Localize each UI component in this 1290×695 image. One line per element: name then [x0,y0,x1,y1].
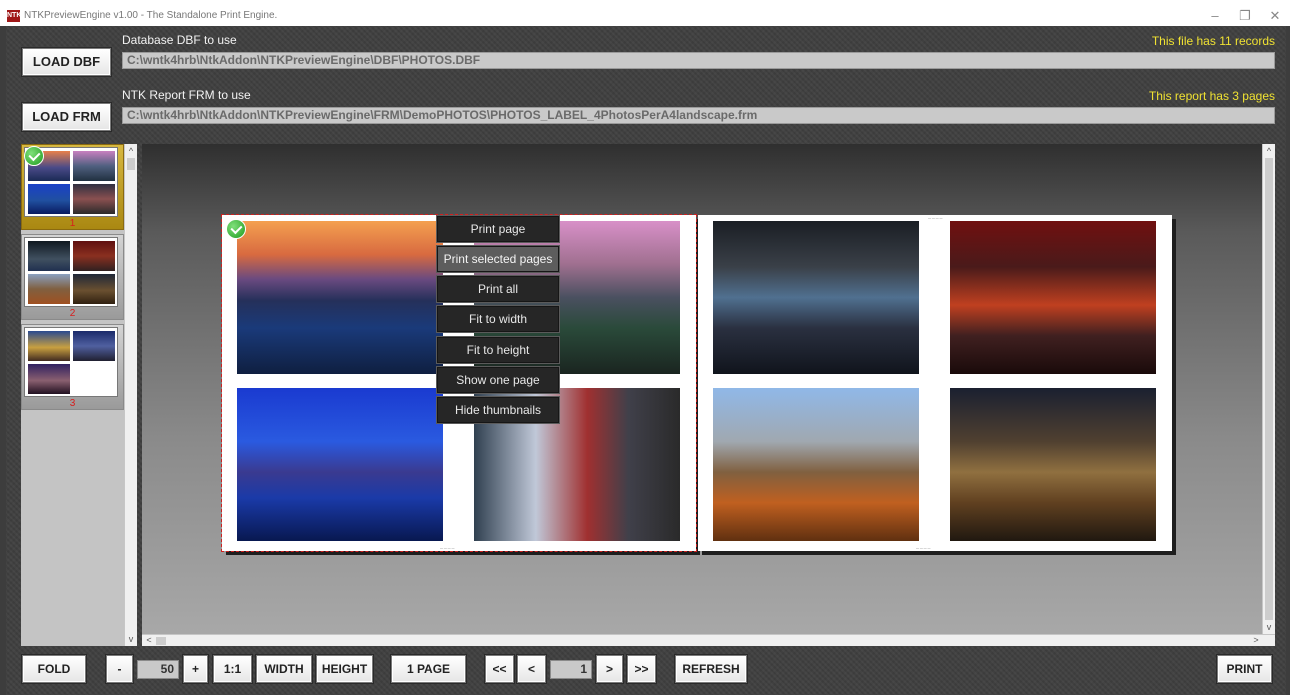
thumbnail-photo [28,241,70,271]
thumbnail-preview [24,327,118,397]
thumbnail-photo [73,274,115,304]
load-dbf-button[interactable]: LOAD DBF [22,48,111,76]
fit-height-button[interactable]: HEIGHT [316,655,373,683]
app-icon: NTK [7,10,21,22]
thumbnail-number: 3 [69,398,76,409]
dbf-path-field[interactable]: C:\wntk4hrb\NtkAddon\NTKPreviewEngine\DB… [122,52,1275,69]
thumbnail-panel: 1 2 3 [21,144,124,646]
page-caption: — — — — [916,546,931,550]
menu-item-fit-to-width[interactable]: Fit to width [436,305,560,333]
dbf-label: Database DBF to use [122,33,237,47]
window-title: NTKPreviewEngine v1.00 - The Standalone … [24,10,278,21]
menu-item-show-one-page[interactable]: Show one page [436,366,560,394]
preview-area[interactable]: — — — — — — — — — — — — [142,144,1262,634]
thumbnail-photo [73,151,115,181]
scroll-down-icon[interactable]: v [125,634,137,644]
zoom-out-button[interactable]: - [106,655,133,683]
photo-montreal [713,388,919,541]
prev-page-button[interactable]: < [517,655,546,683]
restore-icon[interactable]: ❐ [1236,8,1254,24]
scroll-down-icon[interactable]: v [1263,622,1275,632]
fit-width-button[interactable]: WIDTH [256,655,312,683]
thumbnail-photo [28,364,70,394]
menu-item-fit-to-height[interactable]: Fit to height [436,336,560,364]
frm-path-field[interactable]: C:\wntk4hrb\NtkAddon\NTKPreviewEngine\FR… [122,107,1275,124]
fold-button[interactable]: FOLD [22,655,86,683]
thumbnail-photo [73,184,115,214]
zoom-value-field[interactable]: 50 [137,660,179,679]
next-page-button[interactable]: > [596,655,623,683]
menu-item-print-page[interactable]: Print page [436,215,560,243]
first-page-button[interactable]: << [485,655,514,683]
check-icon [24,146,44,166]
load-frm-button[interactable]: LOAD FRM [22,103,111,131]
thumbnail-photo [73,331,115,361]
thumbnail-preview [24,237,118,307]
scrollbar-thumb[interactable] [1265,158,1273,620]
photo-shanghai [237,388,443,541]
check-icon [226,219,246,239]
last-page-button[interactable]: >> [627,655,656,683]
thumbnail-number: 2 [69,308,76,319]
frm-label: NTK Report FRM to use [122,88,251,102]
scroll-left-icon[interactable]: < [143,635,155,645]
photo-hong-kong [713,221,919,374]
scroll-right-icon[interactable]: > [1250,635,1262,645]
title-bar: NTK NTKPreviewEngine v1.00 - The Standal… [0,0,1290,26]
photo-mexico-city [950,221,1156,374]
preview-vertical-scrollbar[interactable]: ^ v [1262,144,1275,634]
zoom-1-1-button[interactable]: 1:1 [213,655,252,683]
scrollbar-thumb[interactable] [156,637,166,645]
thumbnail-photo [28,331,70,361]
thumbnail-page-1[interactable]: 1 [21,144,124,230]
minimize-icon[interactable]: – [1206,8,1224,24]
scrollbar-thumb[interactable] [127,158,135,170]
thumbnail-photo [28,274,70,304]
page-caption: — — — — [440,546,455,550]
thumbnail-photo [73,241,115,271]
photo-london-night [950,388,1156,541]
refresh-button[interactable]: REFRESH [675,655,747,683]
preview-page-2[interactable]: — — — — — — — — [698,215,1172,551]
scroll-up-icon[interactable]: ^ [1263,146,1275,156]
menu-item-print-all[interactable]: Print all [436,275,560,303]
dbf-record-count: This file has 11 records [1151,34,1275,48]
print-button[interactable]: PRINT [1217,655,1272,683]
one-page-button[interactable]: 1 PAGE [391,655,466,683]
photo-paris [237,221,443,374]
thumbnail-page-3[interactable]: 3 [21,324,124,410]
zoom-in-button[interactable]: + [183,655,208,683]
close-icon[interactable]: ✕ [1266,8,1284,24]
thumbnail-photo [28,184,70,214]
thumbnail-scrollbar[interactable]: ^ v [124,144,137,646]
scroll-up-icon[interactable]: ^ [125,146,137,156]
preview-horizontal-scrollbar[interactable]: < > [142,634,1275,646]
menu-item-hide-thumbnails[interactable]: Hide thumbnails [436,396,560,424]
thumbnail-number: 1 [69,218,76,229]
menu-item-print-selected-pages[interactable]: Print selected pages [436,245,560,273]
page-caption: — — — — [928,216,943,220]
frm-page-count: This report has 3 pages [1148,89,1275,103]
page-number-field[interactable]: 1 [550,660,592,679]
thumbnail-page-2[interactable]: 2 [21,234,124,320]
